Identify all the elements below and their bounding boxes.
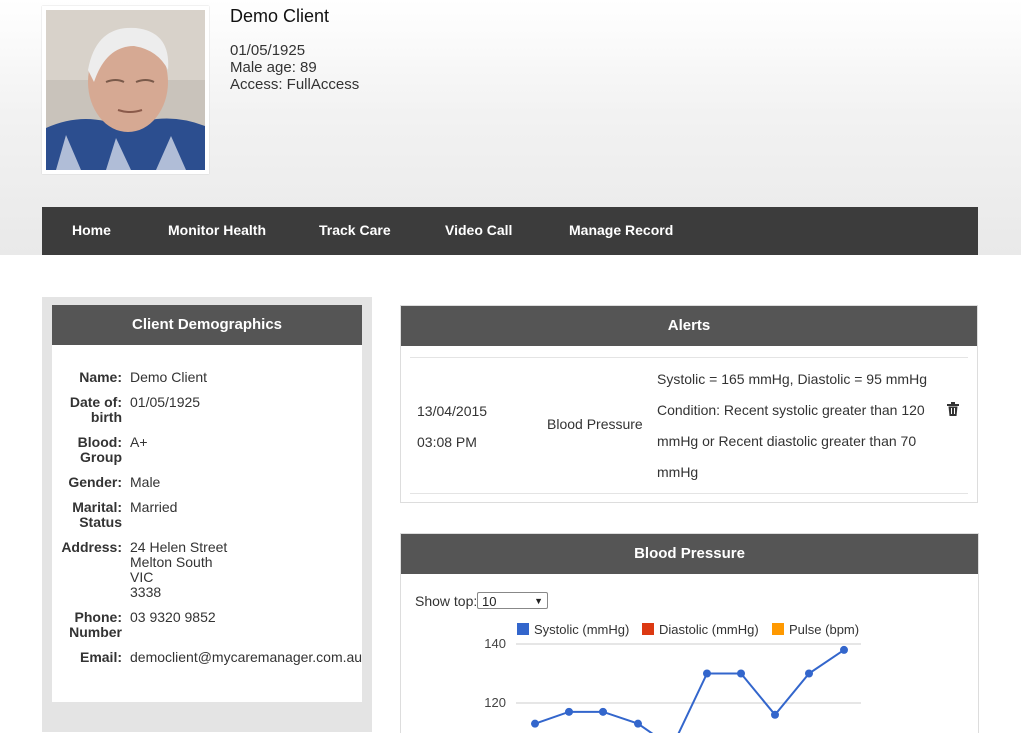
y-tick-label: 140 [484, 636, 506, 651]
data-point[interactable] [737, 669, 745, 678]
client-info: 01/05/1925 Male age: 89 Access: FullAcce… [230, 42, 359, 93]
client-dob: 01/05/1925 [230, 42, 306, 59]
y-tick-label: 120 [484, 695, 506, 710]
data-point[interactable] [634, 719, 642, 728]
data-point[interactable] [703, 669, 711, 678]
main-nav: Home Monitor Health Track Care Video Cal… [42, 207, 978, 255]
alert-type: Blood Pressure [547, 416, 643, 432]
demographics-title: Client Demographics [52, 305, 362, 345]
data-point[interactable] [840, 645, 848, 654]
alert-datetime: 13/04/2015 03:08 PM [417, 403, 488, 450]
client-name: Demo Client [230, 6, 330, 26]
client-access: Access: FullAccess [230, 76, 360, 93]
blood-pressure-chart: 140 120 [484, 636, 861, 733]
blood-pressure-panel: Blood Pressure Show top: 10 ▼ Systolic (… [400, 533, 979, 733]
demographics-panel: Client Demographics Name: Demo Client Da… [52, 305, 362, 702]
alerts-title: Alerts [401, 306, 977, 346]
data-point[interactable] [599, 707, 607, 716]
client-photo [42, 6, 209, 174]
alert-row: 13/04/2015 03:08 PM Blood Pressure Systo… [410, 357, 968, 494]
nav-track-care[interactable]: Track Care [319, 207, 391, 255]
trash-icon[interactable] [947, 402, 959, 419]
data-point[interactable] [565, 707, 573, 716]
nav-home[interactable]: Home [72, 207, 111, 255]
client-age: Male age: 89 [230, 59, 317, 76]
nav-monitor-health[interactable]: Monitor Health [168, 207, 266, 255]
series-line-0 [534, 649, 845, 733]
alerts-panel: Alerts 13/04/2015 03:08 PM Blood Pressur… [400, 305, 978, 503]
data-point[interactable] [771, 710, 779, 719]
data-point[interactable] [805, 669, 813, 678]
nav-manage-record[interactable]: Manage Record [569, 207, 673, 255]
nav-video-call[interactable]: Video Call [445, 207, 512, 255]
alert-detail: Systolic = 165 mmHg, Diastolic = 95 mmHg… [657, 371, 927, 480]
data-point[interactable] [531, 719, 539, 728]
